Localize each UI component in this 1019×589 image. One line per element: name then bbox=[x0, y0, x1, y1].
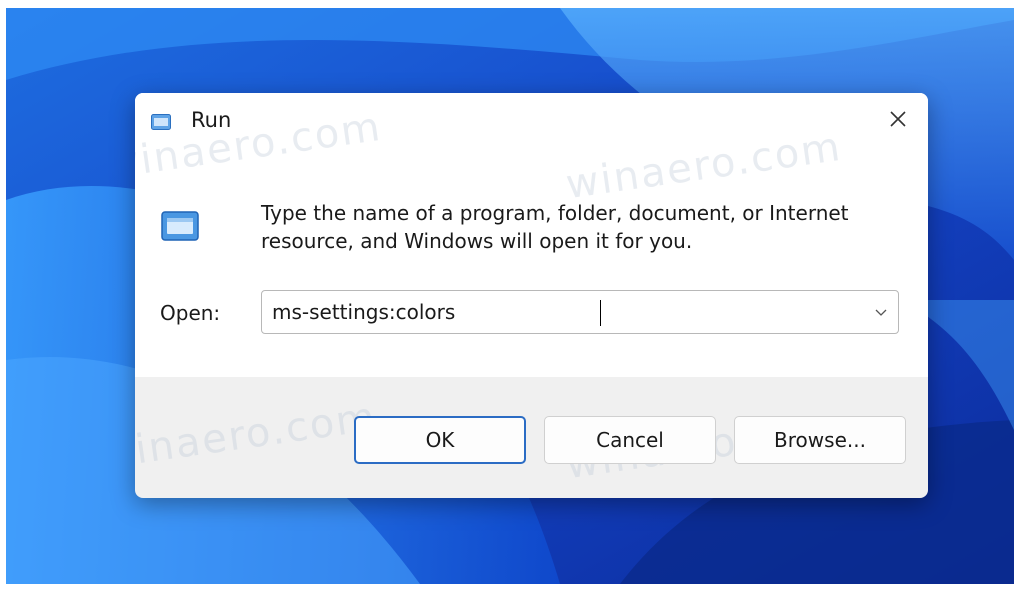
dialog-title: Run bbox=[191, 108, 232, 132]
open-label: Open: bbox=[160, 301, 221, 325]
run-app-icon bbox=[161, 211, 199, 241]
open-combobox[interactable] bbox=[261, 290, 899, 334]
browse-button[interactable]: Browse... bbox=[734, 416, 906, 464]
run-dialog: Run Type the name of a program, folder, … bbox=[135, 93, 928, 498]
dialog-description: Type the name of a program, folder, docu… bbox=[261, 201, 849, 253]
dialog-body: Run Type the name of a program, folder, … bbox=[135, 93, 928, 377]
chevron-down-icon[interactable] bbox=[870, 301, 892, 323]
cancel-button[interactable]: Cancel bbox=[544, 416, 716, 464]
ok-button[interactable]: OK bbox=[354, 416, 526, 464]
watermark: winaero.com bbox=[135, 393, 380, 479]
close-icon bbox=[889, 110, 907, 132]
close-button[interactable] bbox=[875, 101, 921, 141]
text-caret bbox=[600, 300, 601, 326]
run-app-icon bbox=[151, 114, 171, 130]
open-input[interactable] bbox=[272, 291, 842, 333]
